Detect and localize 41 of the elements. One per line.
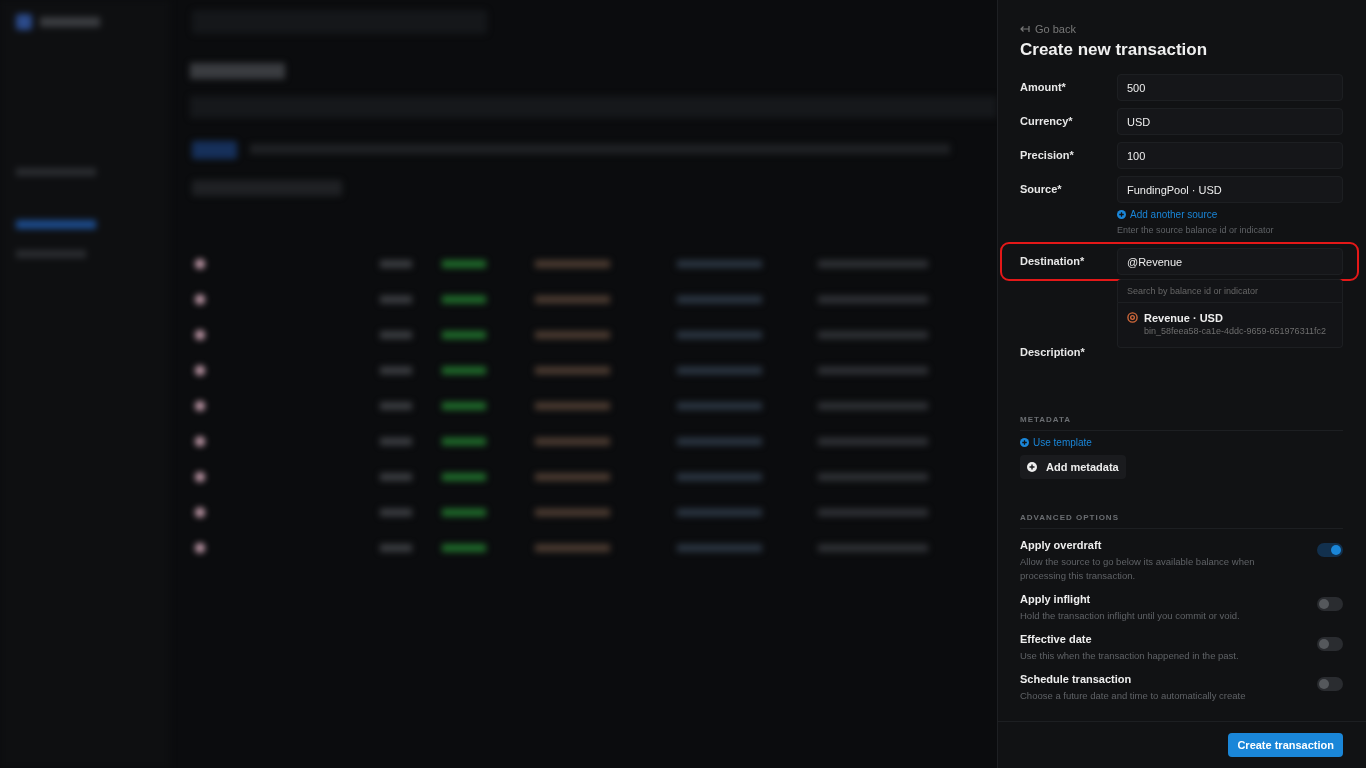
option-name: Revenue · USD [1144, 312, 1224, 324]
option-title: Effective date [1020, 633, 1093, 645]
field-label: Precision* [1020, 148, 1075, 161]
input-field[interactable]: 100 [1117, 142, 1343, 169]
panel-title: Create new transaction [1020, 40, 1209, 60]
add-source-link[interactable]: Add another source [1117, 209, 1343, 220]
at-sign-icon [1127, 312, 1138, 323]
input-field[interactable]: FundingPool · USD [1117, 176, 1343, 203]
toggle-switch[interactable] [1317, 597, 1343, 611]
plus-circle-icon [1020, 438, 1029, 447]
option-description: Choose a future date and time to automatically create [1020, 689, 1247, 703]
option-title: Schedule transaction [1020, 673, 1133, 685]
option-description: Use this when the transaction happened in the past. [1020, 649, 1240, 663]
section-heading: METADATA [1020, 415, 1343, 431]
option-description: Hold the transaction inflight until you commit or void. [1020, 609, 1241, 623]
search-field[interactable]: Search by balance id or indicator [1117, 279, 1343, 303]
option-description: Allow the source to go below its available balance when processing this transaction. [1020, 555, 1256, 583]
field-label: Description* [1020, 346, 1086, 358]
option-title: Apply overdraft [1020, 539, 1103, 551]
toggle-switch[interactable] [1317, 677, 1343, 691]
field-label: Currency* [1020, 114, 1074, 127]
plus-circle-icon [1027, 462, 1037, 472]
dropdown-option[interactable]: Revenue · USD bin_58feea58-ca1e-4ddc-9659-651976311fc2 [1117, 303, 1343, 348]
field-label: Amount* [1020, 80, 1067, 93]
input-field[interactable]: 500 [1117, 74, 1343, 101]
toggle-switch[interactable] [1317, 543, 1343, 557]
field-label: Source* [1020, 182, 1063, 195]
input-field[interactable]: @Revenue [1117, 248, 1343, 275]
add-metadata-button[interactable]: Add metadata [1020, 455, 1126, 479]
toggle-switch[interactable] [1317, 637, 1343, 651]
input-field[interactable]: USD [1117, 108, 1343, 135]
create-transaction-button[interactable]: Create transaction [1228, 733, 1343, 757]
field-label: Destination* [1020, 254, 1086, 267]
field-hint: Enter the source balance id or indicator [1117, 225, 1275, 235]
use-template-link[interactable]: Use template [1020, 437, 1343, 448]
option-title: Apply inflight [1020, 593, 1092, 605]
go-back-link[interactable]: Go back [1020, 23, 1343, 35]
section-heading: ADVANCED OPTIONS [1020, 513, 1343, 529]
arrow-left-icon [1020, 25, 1030, 33]
plus-circle-icon [1117, 210, 1126, 219]
option-id: bin_58feea58-ca1e-4ddc-9659-651976311fc2 [1144, 326, 1326, 336]
